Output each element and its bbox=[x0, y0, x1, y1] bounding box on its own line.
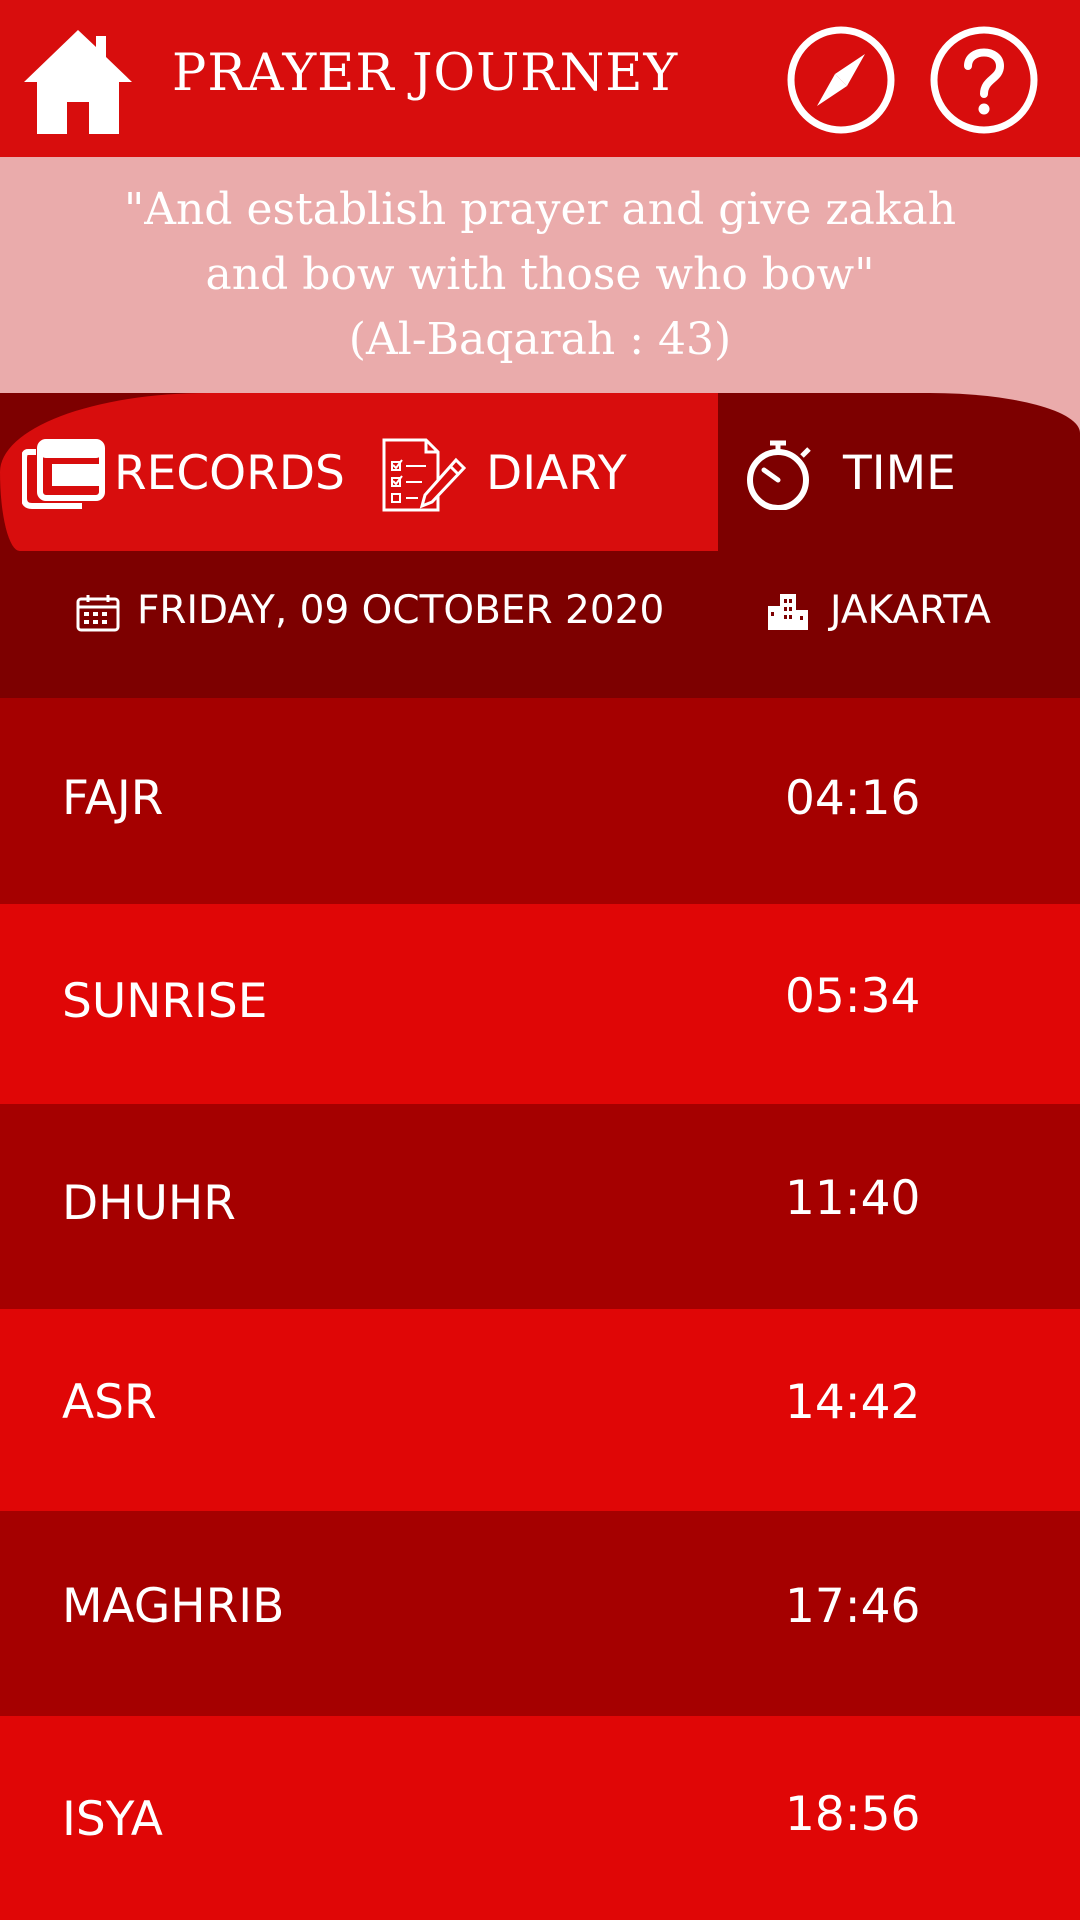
current-city: JAKARTA bbox=[830, 588, 991, 633]
quote-reference: (Al-Baqarah : 43) bbox=[348, 314, 732, 365]
current-date: FRIDAY, 09 OCTOBER 2020 bbox=[137, 588, 665, 633]
prayer-time: 05:34 bbox=[785, 969, 921, 1024]
prayer-row-maghrib[interactable]: MAGHRIB 17:46 bbox=[0, 1511, 1080, 1716]
quote-line-1: "And establish prayer and give zakah bbox=[123, 184, 957, 235]
prayer-time: 17:46 bbox=[785, 1579, 921, 1634]
checklist-pencil-icon bbox=[382, 438, 466, 512]
help-icon bbox=[930, 26, 1038, 134]
prayer-time: 14:42 bbox=[785, 1375, 921, 1430]
prayer-name: DHUHR bbox=[62, 1176, 236, 1231]
prayer-time: 11:40 bbox=[785, 1171, 921, 1226]
calendar-icon bbox=[76, 595, 120, 632]
compass-icon bbox=[787, 26, 895, 134]
home-button[interactable] bbox=[22, 26, 134, 136]
prayer-name: MAGHRIB bbox=[62, 1579, 285, 1634]
home-icon bbox=[24, 30, 132, 134]
tab-diary[interactable]: DIARY bbox=[378, 420, 648, 530]
tab-time[interactable]: TIME bbox=[738, 420, 1058, 530]
prayer-time: 04:16 bbox=[785, 771, 921, 826]
prayer-name: ASR bbox=[62, 1375, 157, 1430]
app-header: PRAYER JOURNEY bbox=[0, 0, 1080, 157]
books-icon bbox=[22, 439, 105, 509]
quote-line-2: and bow with those who bow" bbox=[205, 249, 875, 300]
city-icon bbox=[768, 594, 808, 630]
help-button[interactable] bbox=[928, 24, 1040, 136]
app-title: PRAYER JOURNEY bbox=[172, 44, 679, 103]
compass-button[interactable] bbox=[785, 24, 897, 136]
prayer-row-asr[interactable]: ASR 14:42 bbox=[0, 1309, 1080, 1511]
tab-records[interactable]: RECORDS bbox=[18, 420, 345, 530]
stopwatch-icon bbox=[747, 440, 811, 510]
prayer-name: SUNRISE bbox=[62, 974, 268, 1029]
prayer-row-fajr[interactable]: FAJR 04:16 bbox=[0, 698, 1080, 904]
prayer-times-list: FAJR 04:16 SUNRISE 05:34 DHUHR 11:40 ASR… bbox=[0, 698, 1080, 1920]
date-location-bar: FRIDAY, 09 OCTOBER 2020 JAKARTA bbox=[0, 551, 1080, 698]
prayer-time: 18:56 bbox=[785, 1787, 921, 1842]
prayer-row-dhuhr[interactable]: DHUHR 11:40 bbox=[0, 1104, 1080, 1309]
prayer-name: ISYA bbox=[62, 1792, 163, 1847]
prayer-row-sunrise[interactable]: SUNRISE 05:34 bbox=[0, 904, 1080, 1104]
tab-diary-label: DIARY bbox=[486, 446, 627, 501]
tab-records-label: RECORDS bbox=[114, 446, 345, 501]
prayer-name: FAJR bbox=[62, 771, 164, 826]
tab-time-label: TIME bbox=[843, 446, 956, 501]
prayer-row-isya[interactable]: ISYA 18:56 bbox=[0, 1716, 1080, 1920]
